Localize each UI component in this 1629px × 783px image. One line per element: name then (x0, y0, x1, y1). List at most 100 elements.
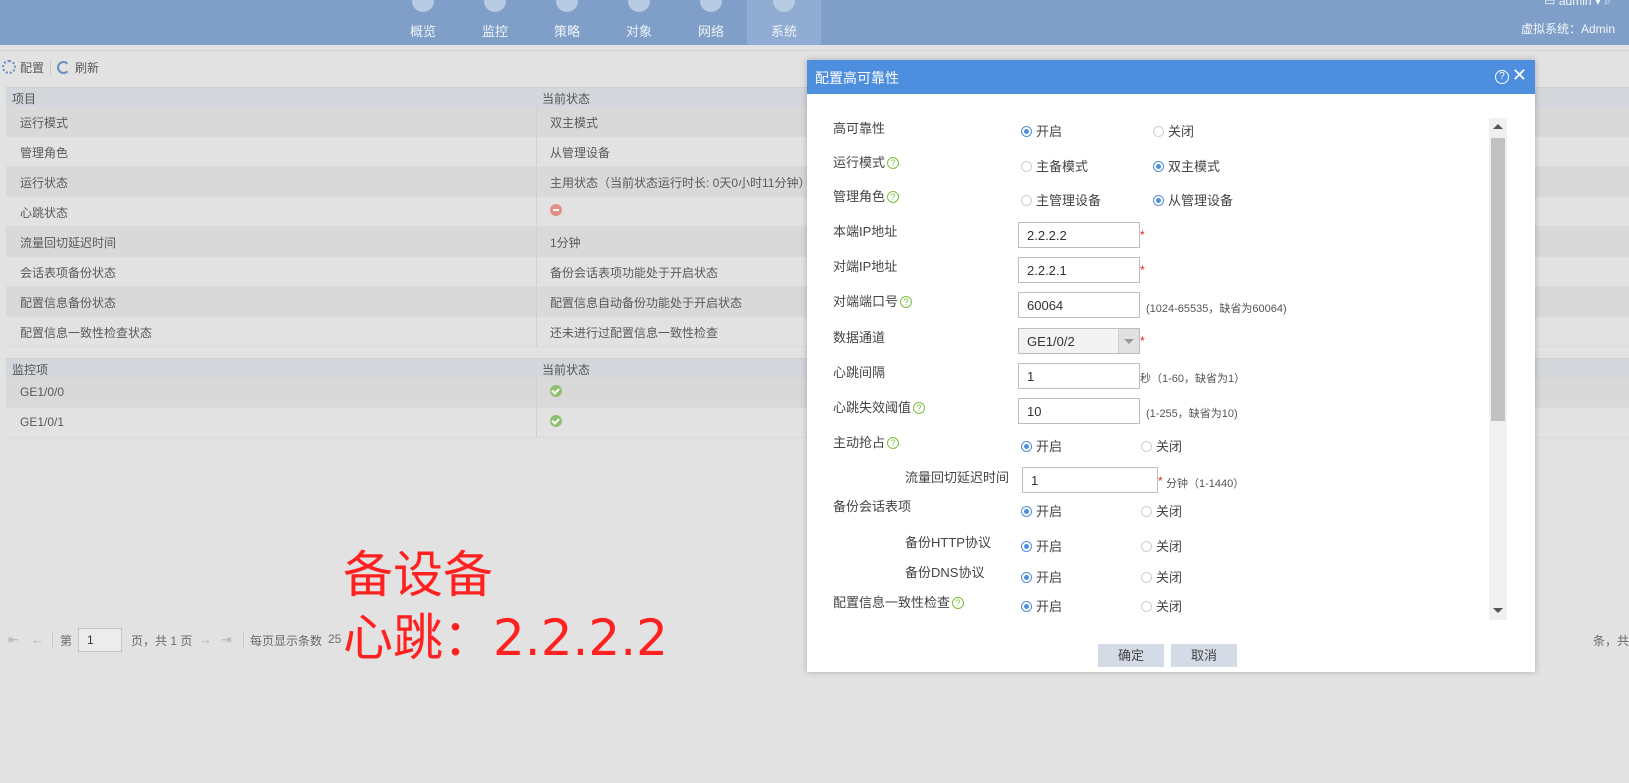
radio-unchecked-icon (1141, 441, 1152, 452)
http-backup-off-radio[interactable]: 关闭 (1141, 536, 1182, 555)
config-button[interactable]: 配置 (2, 59, 44, 76)
radio-label: 开启 (1036, 599, 1063, 614)
help-icon[interactable]: ? (900, 296, 913, 308)
role-slave-radio[interactable]: 从管理设备 (1153, 190, 1233, 209)
divider (0, 50, 1629, 51)
required-mark: * (1140, 228, 1145, 242)
peer-port-input[interactable]: 60064 (1018, 292, 1140, 318)
help-icon[interactable]: ? (887, 437, 900, 449)
session-backup-label: 备份会话表项 (833, 499, 912, 514)
radio-label: 关闭 (1168, 124, 1195, 139)
nav-item-overview[interactable]: 概览 (386, 0, 460, 45)
required-mark: * (1140, 263, 1145, 277)
ha-on-radio[interactable]: 开启 (1021, 121, 1062, 140)
per-page-select[interactable]: 25 (328, 632, 341, 646)
radio-checked-icon (1021, 572, 1032, 583)
nav-item-policy[interactable]: 策略 (530, 0, 604, 45)
hb-fail-label-text: 心跳失效阈值 (833, 400, 912, 415)
local-ip-input[interactable]: 2.2.2.2 (1018, 222, 1140, 248)
hb-fail-input[interactable]: 10 (1018, 398, 1140, 424)
ok-button[interactable]: 确定 (1098, 644, 1164, 667)
radio-checked-icon (1021, 441, 1032, 452)
radio-unchecked-icon (1153, 126, 1164, 137)
annotation-line-1: 备设备 (343, 546, 493, 604)
radio-label: 关闭 (1156, 570, 1183, 585)
scroll-up-icon[interactable] (1493, 124, 1503, 129)
first-page-icon[interactable]: ⇤ (8, 632, 19, 648)
mode-active-standby-radio[interactable]: 主备模式 (1021, 156, 1088, 175)
nav-item-network[interactable]: 网络 (674, 0, 748, 45)
consistency-off-radio[interactable]: 关闭 (1141, 596, 1182, 615)
scroll-thumb[interactable] (1491, 138, 1505, 421)
peer-ip-input[interactable]: 2.2.2.1 (1018, 257, 1140, 283)
page-suffix: 页，共 1 页 (131, 634, 193, 648)
user-menu[interactable]: ▭ admin ▾ ⌕ (1544, 0, 1611, 9)
nav-label: 监控 (481, 24, 508, 39)
row-status: 1分钟 (550, 236, 581, 250)
radio-checked-icon (1021, 601, 1032, 612)
page-number-input[interactable]: 1 (78, 628, 122, 652)
consistency-on-radio[interactable]: 开启 (1021, 596, 1062, 615)
scroll-down-icon[interactable] (1493, 608, 1503, 613)
row-status: 还未进行过配置信息一致性检查 (550, 326, 719, 340)
session-backup-off-radio[interactable]: 关闭 (1141, 501, 1182, 520)
radio-label: 开启 (1036, 539, 1063, 554)
consistency-label-text: 配置信息一致性检查 (833, 595, 951, 610)
nav-item-system[interactable]: 系统 (747, 0, 821, 45)
hb-fail-label: 心跳失效阈值? (833, 397, 926, 416)
data-channel-select[interactable]: GE1/0/2 (1018, 328, 1140, 354)
shield-icon (556, 0, 578, 12)
preempt-off-radio[interactable]: 关闭 (1141, 436, 1182, 455)
ha-off-radio[interactable]: 关闭 (1153, 121, 1194, 140)
nav-item-monitor[interactable]: 监控 (458, 0, 532, 45)
prev-page-icon[interactable]: ← (31, 632, 44, 647)
refresh-button[interactable]: 刷新 (57, 59, 99, 76)
close-icon[interactable]: ✕ (1512, 65, 1527, 85)
search-icon[interactable]: ⌕ (1604, 0, 1611, 8)
session-backup-on-radio[interactable]: 开启 (1021, 501, 1062, 520)
help-icon[interactable]: ? (887, 191, 900, 203)
preempt-on-radio[interactable]: 开启 (1021, 436, 1062, 455)
next-page-icon[interactable]: → (199, 632, 212, 647)
per-page-label: 每页显示条数 (250, 634, 323, 648)
user-icon: ▭ (1544, 0, 1556, 8)
chevron-down-icon[interactable] (1118, 329, 1139, 353)
mode-dual-active-radio[interactable]: 双主模式 (1153, 156, 1220, 175)
dns-backup-on-radio[interactable]: 开启 (1021, 567, 1062, 586)
help-icon[interactable]: ? (913, 402, 926, 414)
row-item: 运行模式 (20, 116, 69, 130)
nav-label: 概览 (409, 24, 436, 39)
http-backup-on-radio[interactable]: 开启 (1021, 536, 1062, 555)
help-icon[interactable]: ? (887, 157, 900, 169)
dns-backup-off-radio[interactable]: 关闭 (1141, 567, 1182, 586)
refresh-icon (57, 61, 70, 74)
selected-value: GE1/0/2 (1027, 334, 1075, 349)
switchback-label: 流量回切延迟时间 (905, 470, 1010, 485)
column-header-status: 当前状态 (542, 363, 591, 377)
hb-interval-input[interactable]: 1 (1018, 363, 1140, 389)
radio-unchecked-icon (1021, 195, 1032, 206)
local-ip-label: 本端IP地址 (833, 224, 898, 239)
peer-port-hint: (1024-65535，缺省为60064) (1146, 303, 1287, 315)
row-status (550, 415, 562, 430)
last-page-icon[interactable]: ⇥ (221, 632, 232, 648)
help-icon[interactable]: ? (1495, 70, 1509, 84)
radio-checked-icon (1021, 541, 1032, 552)
radio-label: 开启 (1036, 439, 1063, 454)
peer-port-label: 对端端口号? (833, 291, 913, 310)
role-master-radio[interactable]: 主管理设备 (1021, 190, 1101, 209)
nav-item-object[interactable]: 对象 (602, 0, 676, 45)
dns-backup-label: 备份DNS协议 (905, 565, 985, 580)
hb-interval-hint: 秒（1-60，缺省为1） (1140, 373, 1246, 385)
cancel-button[interactable]: 取消 (1171, 644, 1237, 667)
globe-icon (700, 0, 722, 12)
dialog-scrollbar[interactable] (1489, 118, 1507, 620)
switchback-input[interactable]: 1 (1022, 467, 1158, 493)
row-item: 运行状态 (20, 176, 69, 190)
radio-label: 双主模式 (1168, 159, 1221, 174)
http-backup-label: 备份HTTP协议 (905, 535, 991, 550)
role-label: 管理角色? (833, 186, 900, 205)
row-item: 配置信息备份状态 (20, 296, 117, 310)
data-channel-label: 数据通道 (833, 330, 886, 345)
help-icon[interactable]: ? (952, 597, 965, 609)
